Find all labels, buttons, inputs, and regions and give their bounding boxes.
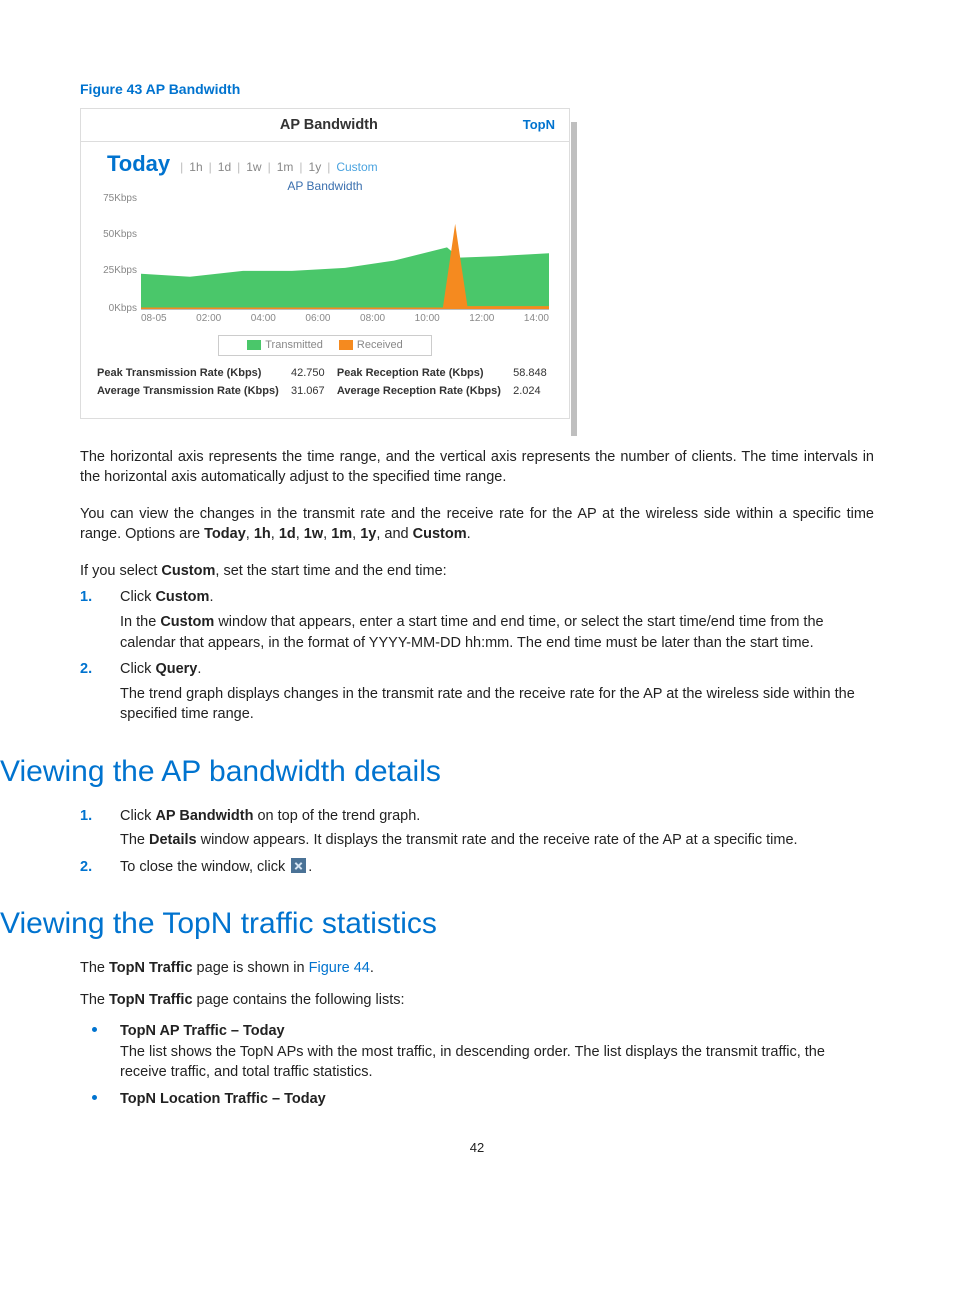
ytick-0: 0Kbps (109, 302, 137, 316)
details-step-1-detail: The Details window appears. It displays … (120, 830, 874, 851)
xtick: 04:00 (251, 312, 276, 326)
legend-swatch-rx (339, 340, 353, 350)
chart-widget: AP Bandwidth TopN Today | 1h | 1d | 1w |… (80, 108, 570, 419)
xtick: 10:00 (415, 312, 440, 326)
xtick: 12:00 (469, 312, 494, 326)
xtick: 06:00 (305, 312, 330, 326)
chart-subtitle: AP Bandwidth (91, 178, 559, 195)
chart-header: AP Bandwidth TopN (81, 109, 569, 143)
figure-caption: Figure 43 AP Bandwidth (80, 80, 874, 100)
stat-peak-tx-label: Peak Transmission Rate (Kbps) (97, 366, 285, 382)
legend-rx: Received (357, 339, 403, 351)
bullet-icon (92, 1027, 97, 1032)
paragraph-axis-desc: The horizontal axis represents the time … (80, 447, 874, 488)
stat-avg-rx-value: 2.024 (513, 384, 553, 400)
stat-avg-rx-label: Average Reception Rate (Kbps) (337, 384, 507, 400)
chart-stats: Peak Transmission Rate (Kbps) 42.750 Pea… (91, 366, 559, 407)
x-axis: 08-05 02:00 04:00 06:00 08:00 10:00 12:0… (141, 310, 549, 326)
heading-topn-traffic: Viewing the TopN traffic statistics (0, 903, 874, 946)
topn-contains: The TopN Traffic page contains the follo… (80, 990, 874, 1011)
topn-bullets: TopN AP Traffic – Today The list shows t… (80, 1021, 874, 1109)
chart-legend: Transmitted Received (218, 335, 432, 357)
step-2-detail: The trend graph displays changes in the … (120, 684, 874, 725)
stat-peak-tx-value: 42.750 (291, 366, 331, 382)
stat-peak-rx-label: Peak Reception Rate (Kbps) (337, 366, 507, 382)
step-1: 1. Click Custom. In the Custom window th… (80, 587, 874, 653)
legend-swatch-tx (247, 340, 261, 350)
bullet-icon (92, 1095, 97, 1100)
time-range-tabs: Today | 1h | 1d | 1w | 1m | 1y | Custom (91, 142, 559, 179)
range-1y[interactable]: 1y (309, 159, 322, 176)
xtick: 02:00 (196, 312, 221, 326)
step-2: 2. Click Query. The trend graph displays… (80, 659, 874, 725)
bullet-topn-location: TopN Location Traffic – Today (80, 1089, 874, 1110)
close-icon (291, 858, 306, 873)
plot-area[interactable] (141, 199, 549, 310)
range-today[interactable]: Today (107, 148, 170, 179)
xtick: 08-05 (141, 312, 167, 326)
paragraph-custom-intro: If you select Custom, set the start time… (80, 561, 874, 582)
step-1-detail: In the Custom window that appears, enter… (120, 612, 874, 653)
details-step-1: 1. Click AP Bandwidth on top of the tren… (80, 806, 874, 851)
bullet-topn-ap: TopN AP Traffic – Today The list shows t… (80, 1021, 874, 1083)
details-steps-list: 1. Click AP Bandwidth on top of the tren… (80, 806, 874, 878)
ytick-25: 25Kbps (103, 264, 137, 278)
range-1h[interactable]: 1h (189, 159, 202, 176)
xtick: 08:00 (360, 312, 385, 326)
series-transmitted (141, 247, 549, 309)
range-1m[interactable]: 1m (277, 159, 294, 176)
heading-ap-bandwidth-details: Viewing the AP bandwidth details (0, 751, 874, 794)
paragraph-options: You can view the changes in the transmit… (80, 504, 874, 545)
topn-link[interactable]: TopN (523, 116, 555, 134)
custom-steps-list: 1. Click Custom. In the Custom window th… (80, 587, 874, 724)
legend-tx: Transmitted (265, 339, 323, 351)
page-number: 42 (80, 1139, 874, 1157)
chart-plot-wrap: 75Kbps 50Kbps 25Kbps 0Kbps 08-05 02:00 (91, 199, 559, 329)
range-1w[interactable]: 1w (246, 159, 261, 176)
xtick: 14:00 (524, 312, 549, 326)
bullet-topn-ap-detail: The list shows the TopN APs with the mos… (120, 1042, 874, 1083)
stat-avg-tx-label: Average Transmission Rate (Kbps) (97, 384, 285, 400)
ytick-75: 75Kbps (103, 192, 137, 206)
range-custom[interactable]: Custom (336, 159, 377, 176)
details-step-2: 2. To close the window, click . (80, 857, 874, 878)
ytick-50: 50Kbps (103, 228, 137, 242)
stat-peak-rx-value: 58.848 (513, 366, 553, 382)
range-1d[interactable]: 1d (218, 159, 231, 176)
stat-avg-tx-value: 31.067 (291, 384, 331, 400)
topn-shown-in: The TopN Traffic page is shown in Figure… (80, 958, 874, 979)
figure-44-link[interactable]: Figure 44 (309, 960, 370, 976)
chart-title: AP Bandwidth (135, 115, 523, 136)
scrollbar-hint[interactable] (571, 122, 577, 435)
